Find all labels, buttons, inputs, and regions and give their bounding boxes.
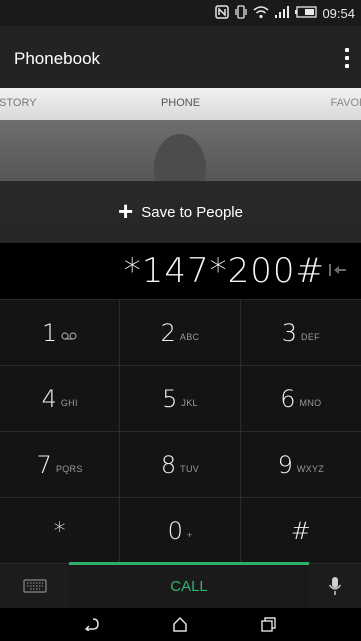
key-2[interactable]: 2 ABC (120, 299, 241, 365)
key-6[interactable]: 6 MNO (240, 365, 361, 431)
key-9[interactable]: 9 WXYZ (240, 431, 361, 497)
tab-favorites[interactable]: FAVOR (331, 97, 361, 109)
plus-icon: + (118, 196, 134, 226)
recent-apps-icon[interactable] (256, 614, 280, 634)
number-display: *147*200# (0, 243, 361, 299)
back-icon[interactable] (78, 614, 102, 634)
key-4[interactable]: 4 GHI (0, 365, 121, 431)
key-5[interactable]: 5 JKL (120, 365, 241, 431)
tab-bar: ISTORY PHONE FAVOR (0, 88, 361, 120)
battery-icon (295, 5, 318, 21)
key-hash[interactable]: # (240, 497, 361, 563)
wifi-icon (253, 5, 269, 22)
save-band: + Save to People (0, 181, 361, 243)
app-title: Phonebook (14, 49, 101, 68)
call-button[interactable]: CALL (69, 562, 309, 608)
tab-phone[interactable]: PHONE (0, 97, 361, 109)
navigation-bar (0, 608, 361, 641)
key-8[interactable]: 8 TUV (120, 431, 241, 497)
save-label: Save to People (141, 203, 243, 221)
overflow-menu-icon[interactable] (341, 46, 353, 70)
call-row: CALL (0, 562, 361, 608)
screen: 09:54 Phonebook ISTORY PHONE FAVOR + Sav… (0, 0, 361, 641)
nfc-icon (215, 4, 230, 22)
key-0[interactable]: 0 + (120, 497, 241, 563)
home-icon[interactable] (168, 614, 192, 634)
key-3[interactable]: 3 DEF (240, 299, 361, 365)
vibrate-icon (234, 4, 248, 22)
signal-icon (274, 5, 290, 22)
microphone-icon[interactable] (309, 564, 361, 608)
keyboard-icon[interactable] (0, 564, 69, 608)
voicemail-icon (61, 331, 77, 342)
key-star[interactable]: * (0, 497, 121, 563)
dial-keypad: 1 2 ABC 3 DEF 4 GHI 5 JKL 6 MNO 7 PQRS 8… (0, 299, 361, 563)
contact-area: + Save to People (0, 120, 361, 243)
status-bar: 09:54 (0, 0, 361, 26)
backspace-icon[interactable] (327, 261, 347, 279)
key-7[interactable]: 7 PQRS (0, 431, 121, 497)
clock: 09:54 (322, 5, 355, 21)
status-icons: 09:54 (215, 4, 355, 22)
key-1[interactable]: 1 (0, 299, 121, 365)
app-bar: Phonebook (0, 26, 361, 88)
dialed-number[interactable]: *147*200# (0, 251, 325, 291)
save-to-people-button[interactable]: + Save to People (0, 181, 361, 243)
